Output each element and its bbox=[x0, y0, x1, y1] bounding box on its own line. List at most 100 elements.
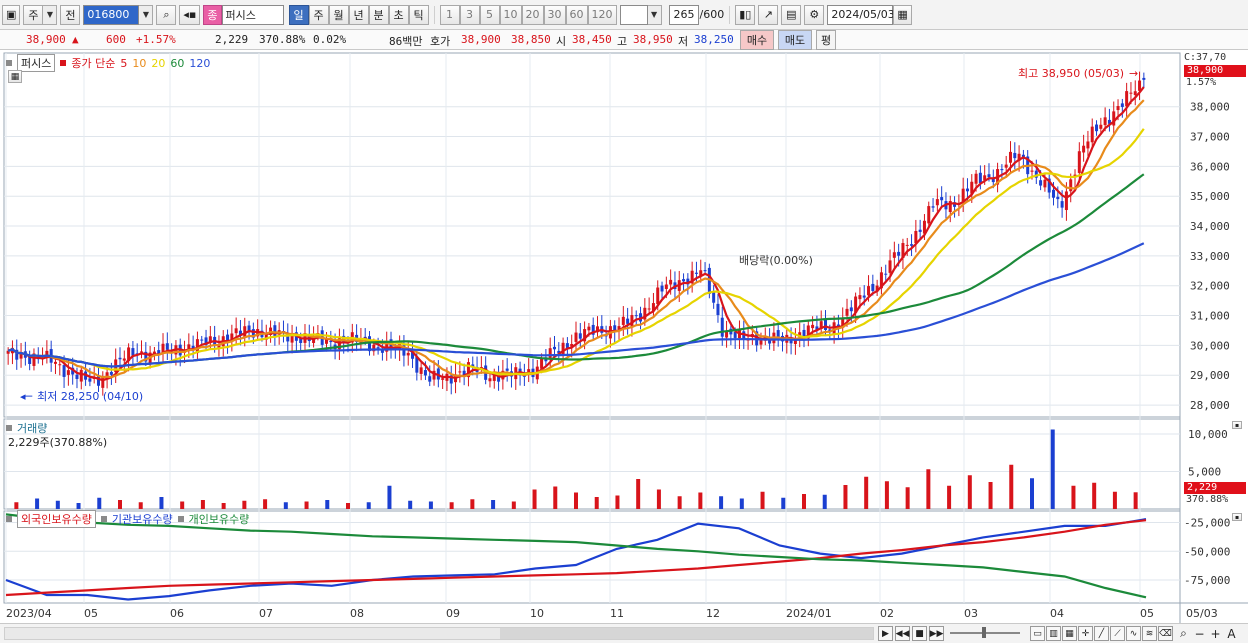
zoom-slider-handle[interactable] bbox=[982, 627, 986, 638]
trend-tool-icon[interactable]: ⟋ bbox=[1110, 626, 1125, 641]
chevron-down-icon[interactable]: ▼ bbox=[43, 4, 58, 25]
legend-inst-holding[interactable]: 기관보유수량 bbox=[112, 511, 173, 527]
candle-body bbox=[66, 370, 70, 375]
volume-ratio: 370.88% bbox=[259, 33, 306, 46]
save-icon[interactable]: ▤ bbox=[781, 4, 802, 25]
zoom-slider[interactable] bbox=[950, 627, 1020, 638]
prev-button[interactable]: 전 bbox=[60, 4, 81, 25]
candle-body bbox=[376, 347, 380, 349]
tab-minute[interactable]: 분 bbox=[368, 4, 389, 25]
window-menu-button[interactable]: ▣ bbox=[2, 4, 21, 25]
legend-ma10[interactable]: 10 bbox=[132, 57, 146, 70]
legend-ma60[interactable]: 60 bbox=[170, 57, 184, 70]
volume-bar bbox=[884, 481, 889, 509]
candle-body bbox=[716, 303, 720, 316]
legend-indiv-holding[interactable]: 개인보유수량 bbox=[189, 511, 250, 527]
candle-body bbox=[1142, 77, 1146, 80]
volume-bar bbox=[574, 492, 578, 509]
legend-ma20[interactable]: 20 bbox=[151, 57, 165, 70]
ask-price: 38,900 bbox=[461, 33, 501, 46]
calendar-icon[interactable]: ▦ bbox=[893, 4, 912, 25]
interval-button[interactable]: 20 bbox=[521, 4, 544, 25]
interval-button[interactable]: 5 bbox=[479, 4, 500, 25]
candle-body bbox=[19, 353, 23, 359]
stock-code-input[interactable]: 016800 bbox=[83, 4, 140, 25]
candle-body bbox=[940, 197, 944, 201]
scroll-right-icon[interactable]: ▶ bbox=[878, 626, 893, 641]
buy-button[interactable]: 매수 bbox=[740, 30, 774, 50]
price-change: 600 bbox=[106, 33, 126, 46]
pane-close-icon[interactable]: ▪ bbox=[1232, 513, 1242, 521]
price-tick-label: 35,000 bbox=[1190, 190, 1230, 203]
period-type-select[interactable]: 주 bbox=[23, 4, 44, 25]
interval-button[interactable]: 10 bbox=[499, 4, 522, 25]
tab-week[interactable]: 주 bbox=[308, 4, 329, 25]
date-input[interactable]: 2024/05/03 bbox=[827, 4, 895, 25]
x-tick-label: 07 bbox=[259, 607, 273, 620]
crosshair-icon[interactable]: ✛ bbox=[1078, 626, 1093, 641]
chart-area[interactable]: 2023/04 05 06 07 08 09 10 11 12 2024/01 02 03 04 05 05… bbox=[0, 51, 1248, 623]
tab-year[interactable]: 년 bbox=[348, 4, 369, 25]
tab-second[interactable]: 초 bbox=[388, 4, 409, 25]
font-size-icon[interactable]: A bbox=[1224, 626, 1239, 641]
search-icon[interactable]: ⌕ bbox=[156, 4, 177, 25]
gear-icon[interactable]: ⚙ bbox=[804, 4, 825, 25]
candle-body bbox=[540, 357, 544, 369]
interval-button[interactable]: 1 bbox=[439, 4, 460, 25]
candle-body bbox=[122, 358, 126, 361]
tab-month[interactable]: 월 bbox=[328, 4, 349, 25]
legend-stock-name[interactable]: 퍼시스 bbox=[17, 54, 56, 72]
interval-button[interactable]: 60 bbox=[565, 4, 588, 25]
legend-ma5[interactable]: 5 bbox=[120, 57, 127, 70]
legend-ma120[interactable]: 120 bbox=[189, 57, 210, 70]
split-view-icon[interactable]: ▥ bbox=[1046, 626, 1061, 641]
volume-bar bbox=[656, 489, 661, 509]
interval-buttons: 1 3 5 10 20 30 60 120 bbox=[439, 4, 617, 25]
toolbar: ▣ 주 ▼ 전 016800 ▼ ⌕ ◂▪ 종 퍼시스 일 주 월 년 분 초 … bbox=[0, 0, 1248, 30]
draw-tool-icon[interactable]: ↗ bbox=[758, 4, 779, 25]
pane-close-icon[interactable]: ▪ bbox=[1232, 421, 1242, 429]
data-count-input[interactable]: 265 bbox=[668, 4, 699, 25]
x-tick-label: 11 bbox=[610, 607, 624, 620]
zoom-out-icon[interactable]: − bbox=[1192, 626, 1207, 641]
candle-body bbox=[1125, 91, 1129, 107]
calculator-icon[interactable]: ▦ bbox=[8, 70, 22, 83]
chevron-down-icon[interactable]: ▼ bbox=[139, 4, 154, 25]
evaluate-button[interactable]: 평 bbox=[816, 30, 836, 50]
stock-name-field[interactable]: 퍼시스 bbox=[221, 4, 284, 25]
candle-body bbox=[931, 206, 935, 208]
price-tick-label: 37,000 bbox=[1190, 131, 1230, 144]
volume-bar bbox=[988, 482, 993, 509]
tab-tick[interactable]: 틱 bbox=[408, 4, 429, 25]
candle-body bbox=[1133, 91, 1137, 95]
candle-type-icon[interactable]: ▮▯ bbox=[735, 4, 756, 25]
horizontal-scrollbar[interactable] bbox=[4, 627, 874, 640]
stop-icon[interactable]: ■ bbox=[912, 626, 927, 641]
x-last-date-label: 05/03 bbox=[1186, 607, 1218, 620]
interval-button[interactable]: 120 bbox=[587, 4, 617, 25]
grid-view-icon[interactable]: ▦ bbox=[1062, 626, 1077, 641]
candle-body bbox=[62, 365, 66, 377]
fast-forward-icon[interactable]: ▶▶ bbox=[929, 626, 944, 641]
chevron-down-icon[interactable]: ▼ bbox=[647, 4, 662, 25]
line-tool-icon[interactable]: ╱ bbox=[1094, 626, 1109, 641]
volume-bar bbox=[802, 494, 806, 509]
speaker-icon[interactable]: ◂▪ bbox=[179, 4, 201, 25]
sell-button[interactable]: 매도 bbox=[778, 30, 812, 50]
tab-day[interactable]: 일 bbox=[288, 4, 309, 25]
eraser-icon[interactable]: ⌫ bbox=[1158, 626, 1173, 641]
interval-custom-input[interactable] bbox=[619, 4, 648, 25]
chart-canvas[interactable]: 2023/04 05 06 07 08 09 10 11 12 2024/01 02 03 04 05 05… bbox=[0, 51, 1248, 623]
box-select-icon[interactable]: ▭ bbox=[1030, 626, 1045, 641]
magnifier-icon[interactable]: ⌕ bbox=[1176, 626, 1191, 641]
legend-foreign-holding[interactable]: 외국인보유수량 bbox=[17, 510, 96, 528]
interval-button[interactable]: 3 bbox=[459, 4, 480, 25]
candle-body bbox=[647, 308, 651, 310]
wave-tool-icon[interactable]: ∿ bbox=[1126, 626, 1141, 641]
interval-button[interactable]: 30 bbox=[543, 4, 566, 25]
fib-tool-icon[interactable]: ≋ bbox=[1142, 626, 1157, 641]
zoom-in-icon[interactable]: + bbox=[1208, 626, 1223, 641]
candle-body bbox=[79, 369, 83, 382]
scrollbar-thumb[interactable] bbox=[500, 628, 873, 639]
rewind-icon[interactable]: ◀◀ bbox=[895, 626, 910, 641]
